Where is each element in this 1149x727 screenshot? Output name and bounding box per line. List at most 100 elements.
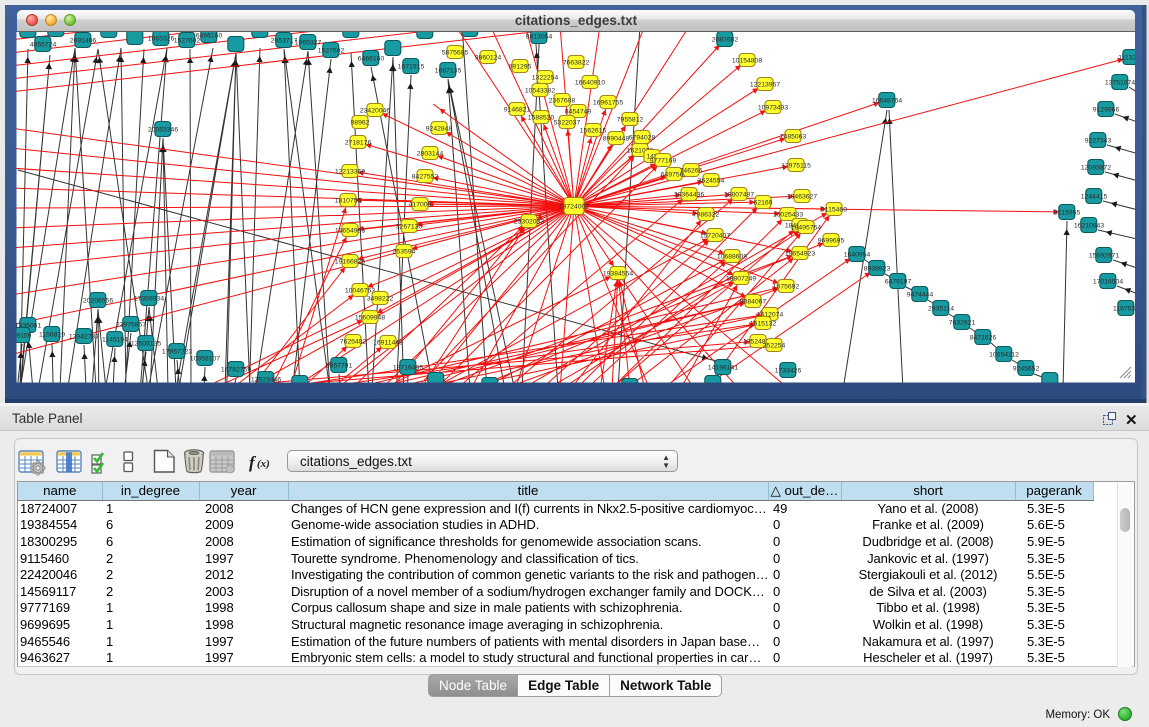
svg-text:7632621: 7632621	[949, 320, 976, 327]
svg-text:19384554: 19384554	[603, 271, 633, 278]
svg-text:1527602: 1527602	[318, 48, 345, 55]
svg-text:9699695: 9699695	[818, 238, 845, 245]
svg-text:1667135: 1667135	[435, 68, 462, 75]
svg-text:746266: 746266	[680, 168, 703, 175]
svg-text:9474444: 9474444	[907, 292, 934, 299]
svg-text:19463627: 19463627	[787, 194, 817, 201]
svg-text:7485063: 7485063	[780, 134, 807, 141]
svg-text:16210643: 16210643	[1074, 223, 1104, 230]
svg-text:18495764: 18495764	[791, 225, 821, 232]
svg-text:8938923: 8938923	[864, 266, 891, 273]
svg-text:3498222: 3498222	[367, 296, 394, 303]
svg-text:1244415: 1244415	[1081, 194, 1108, 201]
svg-text:1322254: 1322254	[532, 75, 559, 82]
svg-text:2935114: 2935114	[928, 306, 954, 313]
svg-text:10958107: 10958107	[190, 356, 220, 363]
svg-text:5322037: 5322037	[554, 120, 581, 127]
svg-text:23302033: 23302033	[514, 219, 544, 226]
svg-text:8471626: 8471626	[970, 335, 997, 342]
svg-text:10654112: 10654112	[989, 352, 1019, 359]
svg-text:12505135: 12505135	[131, 341, 161, 348]
svg-text:16640910: 16640910	[575, 80, 605, 87]
svg-text:1065327: 1065327	[295, 40, 322, 47]
svg-text:2053717: 2053717	[271, 38, 298, 45]
svg-text:16961755: 16961755	[593, 100, 623, 107]
svg-text:2691406: 2691406	[70, 38, 97, 45]
svg-text:6479197: 6479197	[885, 279, 912, 286]
svg-text:18724007: 18724007	[559, 204, 589, 211]
svg-text:10025433: 10025433	[773, 212, 803, 219]
svg-text:1065326: 1065326	[148, 36, 175, 43]
svg-text:12975115: 12975115	[781, 163, 811, 170]
svg-text:6794028: 6794028	[629, 135, 656, 142]
svg-text:9227343: 9227343	[1085, 138, 1112, 145]
svg-text:6466160: 6466160	[196, 33, 223, 40]
svg-text:7663822: 7663822	[563, 60, 590, 67]
svg-text:f: f	[249, 453, 257, 472]
svg-text:13751074: 13751074	[1105, 80, 1135, 87]
svg-text:3267130: 3267130	[396, 224, 423, 231]
svg-text:9146821: 9146821	[504, 107, 531, 114]
svg-text:2367608: 2367608	[549, 98, 576, 105]
svg-text:10154808: 10154808	[732, 58, 762, 65]
svg-text:9245652: 9245652	[1013, 366, 1040, 373]
svg-text:16648764: 16648764	[872, 98, 902, 105]
svg-text:1145194: 1145194	[102, 337, 128, 344]
svg-text:14196141: 14196141	[708, 365, 738, 372]
svg-text:9860124: 9860124	[475, 55, 502, 62]
svg-text:62160: 62160	[754, 200, 773, 207]
svg-text:12213369: 12213369	[335, 169, 365, 176]
svg-text:2087682: 2087682	[712, 37, 739, 44]
svg-text:18807249: 18807249	[726, 276, 756, 283]
svg-text:1640954: 1640954	[844, 252, 871, 259]
svg-text:1615132: 1615132	[750, 321, 777, 328]
svg-text:1562615: 1562615	[580, 128, 607, 135]
svg-text:1113254: 1113254	[1118, 55, 1144, 62]
svg-text:1071915: 1071915	[398, 64, 425, 71]
svg-text:12213967: 12213967	[750, 82, 780, 89]
svg-text:10543382: 10543382	[525, 88, 555, 95]
svg-text:10046763: 10046763	[345, 288, 375, 295]
svg-text:15720407: 15720407	[700, 233, 730, 240]
svg-text:9777169: 9777169	[650, 158, 677, 165]
svg-text:17957223: 17957223	[162, 349, 192, 356]
svg-text:9115460: 9115460	[821, 207, 847, 214]
svg-text:12923446: 12923446	[251, 377, 281, 384]
svg-text:1810755: 1810755	[335, 198, 362, 205]
svg-text:9857791: 9857791	[326, 363, 353, 370]
svg-text:23975867: 23975867	[116, 322, 146, 329]
svg-text:39159: 39159	[13, 333, 32, 340]
svg-text:19654983: 19654983	[335, 228, 365, 235]
svg-text:252254: 252254	[763, 343, 786, 350]
svg-text:891295: 891295	[509, 64, 532, 71]
svg-text:1733426: 1733426	[775, 368, 802, 375]
svg-text:10973493: 10973493	[758, 105, 788, 112]
svg-text:1588520: 1588520	[528, 115, 555, 122]
svg-text:20364436: 20364436	[674, 192, 704, 199]
svg-text:5875685: 5875685	[442, 50, 469, 57]
svg-text:1167533: 1167533	[1113, 306, 1139, 313]
svg-text:9084067: 9084067	[740, 299, 767, 306]
svg-text:10807487: 10807487	[724, 192, 754, 199]
svg-text:13716485: 13716485	[393, 365, 423, 372]
svg-text:23420046: 23420046	[360, 108, 390, 115]
svg-text:1156819: 1156819	[39, 332, 65, 339]
svg-text:2718176: 2718176	[345, 140, 372, 147]
svg-text:19166825: 19166825	[335, 259, 365, 266]
svg-text:20053346: 20053346	[148, 127, 178, 134]
svg-text:98962: 98962	[351, 120, 370, 127]
svg-text:16782759: 16782759	[221, 367, 251, 374]
svg-text:15692971: 15692971	[1089, 253, 1119, 260]
svg-text:7955812: 7955812	[617, 117, 644, 124]
svg-text:17359934: 17359934	[134, 296, 164, 303]
svg-text:8427552: 8427552	[412, 174, 439, 181]
svg-text:8454749: 8454749	[565, 109, 592, 116]
svg-text:9242848: 9242848	[426, 126, 453, 133]
svg-text:2803144: 2803144	[417, 151, 444, 158]
svg-text:7625402: 7625402	[340, 339, 367, 346]
svg-text:7986322: 7986322	[693, 212, 720, 219]
svg-text:8215955: 8215955	[1054, 210, 1081, 217]
svg-text:3624554: 3624554	[698, 178, 725, 185]
svg-text:19654923: 19654923	[785, 251, 815, 258]
svg-text:10688609: 10688609	[717, 254, 747, 261]
